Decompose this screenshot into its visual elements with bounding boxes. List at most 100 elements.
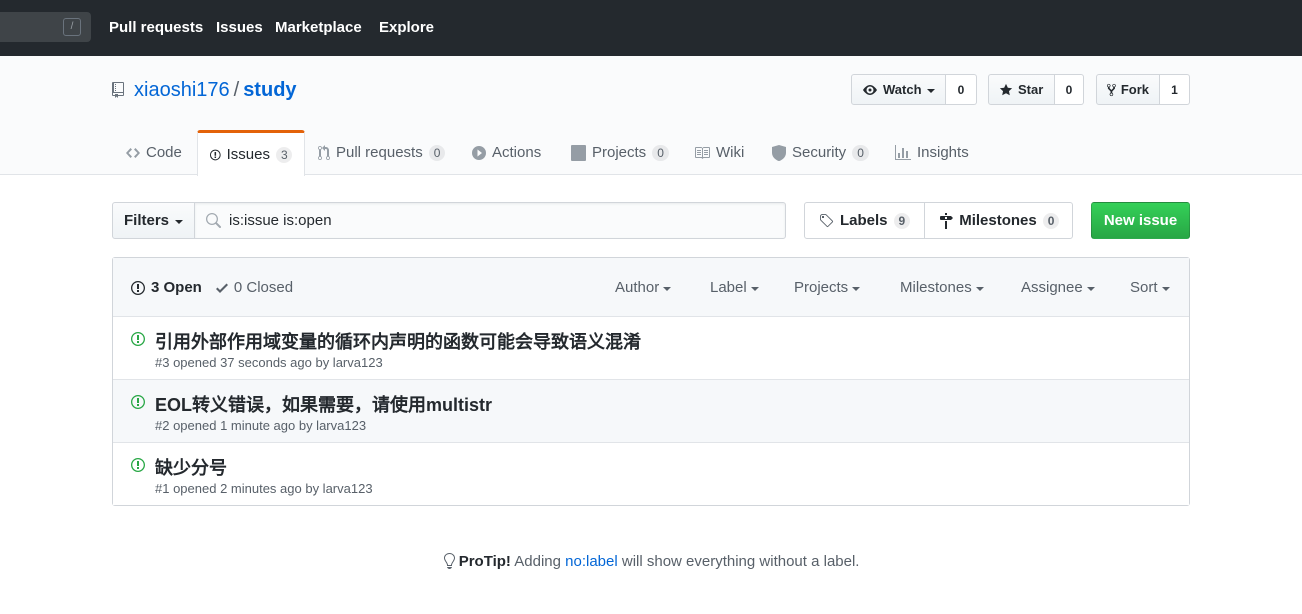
- projects-filter[interactable]: Projects: [794, 279, 861, 296]
- graph-icon: [895, 144, 911, 160]
- watch-group: Watch 0: [851, 74, 977, 105]
- issue-meta: #2 opened 1 minute ago by larva123: [155, 418, 367, 433]
- protip-after: will show everything without a label.: [617, 553, 860, 570]
- issue-title-link[interactable]: 缺少分号: [155, 454, 227, 480]
- sort-filter[interactable]: Sort: [1130, 279, 1170, 296]
- tab-issues-count: 3: [276, 146, 292, 163]
- star-button[interactable]: Star: [988, 74, 1055, 105]
- open-issues-label: 3 Open: [151, 279, 202, 296]
- chevron-down-icon: [926, 88, 935, 93]
- issue-row[interactable]: 缺少分号 #1 opened 2 minutes ago by larva123: [113, 443, 1189, 505]
- tab-insights-label: Insights: [917, 144, 969, 161]
- author-filter-label: Author: [615, 279, 660, 296]
- projects-filter-label: Projects: [794, 279, 849, 296]
- no-label-link[interactable]: no:label: [565, 553, 618, 570]
- issue-row[interactable]: EOL转义错误，如果需要，请使用multistr #2 opened 1 min…: [113, 380, 1189, 443]
- tab-insights[interactable]: Insights: [883, 130, 981, 175]
- fork-label: Fork: [1120, 82, 1149, 97]
- issues-search-field: [194, 202, 786, 239]
- protip: ProTip! Adding no:label will show everyt…: [0, 553, 1302, 570]
- tab-projects-count: 0: [652, 144, 669, 161]
- protip-strong: ProTip!: [458, 553, 511, 570]
- global-header: / Pull requests Issues Marketplace Explo…: [0, 0, 1302, 56]
- tab-wiki-label: Wiki: [716, 144, 745, 161]
- issue-title-link[interactable]: EOL转义错误，如果需要，请使用multistr: [155, 391, 492, 417]
- issues-search-input[interactable]: [229, 203, 779, 238]
- book-icon: [695, 146, 710, 159]
- repo-icon: [112, 82, 124, 98]
- lightbulb-icon: [443, 553, 455, 569]
- fork-icon: [1107, 83, 1116, 96]
- tab-actions[interactable]: Actions: [460, 130, 553, 175]
- label-filter-label: Label: [710, 279, 747, 296]
- new-issue-button[interactable]: New issue: [1091, 202, 1190, 239]
- nav-pull-requests[interactable]: Pull requests: [109, 19, 203, 36]
- issue-meta: #1 opened 2 minutes ago by larva123: [155, 481, 373, 496]
- repo-owner-link[interactable]: xiaoshi176: [134, 79, 230, 101]
- issue-title-link[interactable]: 引用外部作用域变量的循环内声明的函数可能会导致语义混淆: [155, 328, 641, 354]
- labels-link[interactable]: Labels 9: [805, 203, 924, 238]
- star-icon: [999, 83, 1013, 95]
- protip-before: Adding: [510, 553, 566, 570]
- tag-icon: [820, 213, 834, 227]
- issue-opened-icon: [131, 280, 145, 295]
- milestones-count: 0: [1042, 212, 1060, 229]
- tab-security[interactable]: Security 0: [760, 130, 881, 175]
- issue-row[interactable]: 引用外部作用域变量的循环内声明的函数可能会导致语义混淆 #3 opened 37…: [113, 317, 1189, 380]
- nav-issues[interactable]: Issues: [216, 19, 263, 36]
- nav-marketplace[interactable]: Marketplace: [275, 19, 362, 36]
- chevron-down-icon: [750, 286, 759, 291]
- tab-issues-label: Issues: [226, 146, 270, 163]
- watch-count[interactable]: 0: [946, 74, 977, 105]
- assignee-filter[interactable]: Assignee: [1021, 279, 1095, 296]
- tab-security-label: Security: [792, 144, 847, 161]
- tab-code[interactable]: Code: [114, 130, 194, 175]
- chevron-down-icon: [663, 286, 672, 291]
- milestones-link[interactable]: Milestones 0: [924, 203, 1073, 238]
- slash-shortcut-hint: /: [63, 18, 81, 36]
- project-icon: [571, 144, 586, 161]
- star-count[interactable]: 0: [1055, 74, 1084, 105]
- closed-issues-label: 0 Closed: [233, 279, 294, 296]
- issue-meta: #3 opened 37 seconds ago by larva123: [155, 355, 383, 370]
- tab-pull-requests[interactable]: Pull requests 0: [306, 130, 457, 175]
- open-issues-link[interactable]: 3 Open: [131, 279, 202, 296]
- eye-icon: [863, 84, 877, 95]
- milestones-filter[interactable]: Milestones: [900, 279, 984, 296]
- fork-count[interactable]: 1: [1160, 74, 1190, 105]
- tab-issues[interactable]: Issues 3: [197, 130, 305, 176]
- filters-button[interactable]: Filters: [112, 202, 195, 239]
- issue-opened-icon: [131, 332, 145, 346]
- nav-explore[interactable]: Explore: [379, 19, 434, 36]
- check-icon: [215, 283, 228, 293]
- milestones-label: Milestones: [959, 212, 1037, 229]
- repo-name-link[interactable]: study: [243, 79, 296, 101]
- issues-list-header: 3 Open 0 Closed Author Label Projects Mi…: [113, 258, 1189, 317]
- issues-list: 3 Open 0 Closed Author Label Projects Mi…: [112, 257, 1190, 506]
- fork-button[interactable]: Fork: [1096, 74, 1160, 105]
- chevron-down-icon: [1086, 286, 1095, 291]
- closed-issues-link[interactable]: 0 Closed: [215, 279, 294, 296]
- star-label: Star: [1018, 82, 1044, 97]
- fork-group: Fork 1: [1096, 74, 1190, 105]
- author-filter[interactable]: Author: [615, 279, 672, 296]
- label-filter[interactable]: Label: [710, 279, 759, 296]
- play-icon: [472, 145, 486, 160]
- labels-label: Labels: [840, 212, 888, 229]
- filters-label: Filters: [123, 212, 169, 229]
- global-search-input[interactable]: /: [0, 12, 91, 42]
- pull-request-icon: [318, 144, 330, 160]
- tab-wiki[interactable]: Wiki: [682, 130, 756, 175]
- tab-projects[interactable]: Projects 0: [559, 130, 681, 175]
- assignee-filter-label: Assignee: [1021, 279, 1083, 296]
- milestones-filter-label: Milestones: [900, 279, 972, 296]
- issue-icon: [210, 149, 221, 160]
- sort-filter-label: Sort: [1130, 279, 1158, 296]
- tab-pull-requests-count: 0: [428, 144, 446, 161]
- repo-title: xiaoshi176/study: [134, 79, 297, 102]
- chevron-down-icon: [1161, 286, 1170, 291]
- tab-security-count: 0: [852, 144, 869, 161]
- star-group: Star 0: [988, 74, 1084, 105]
- search-icon: [206, 213, 221, 228]
- watch-button[interactable]: Watch: [851, 74, 946, 105]
